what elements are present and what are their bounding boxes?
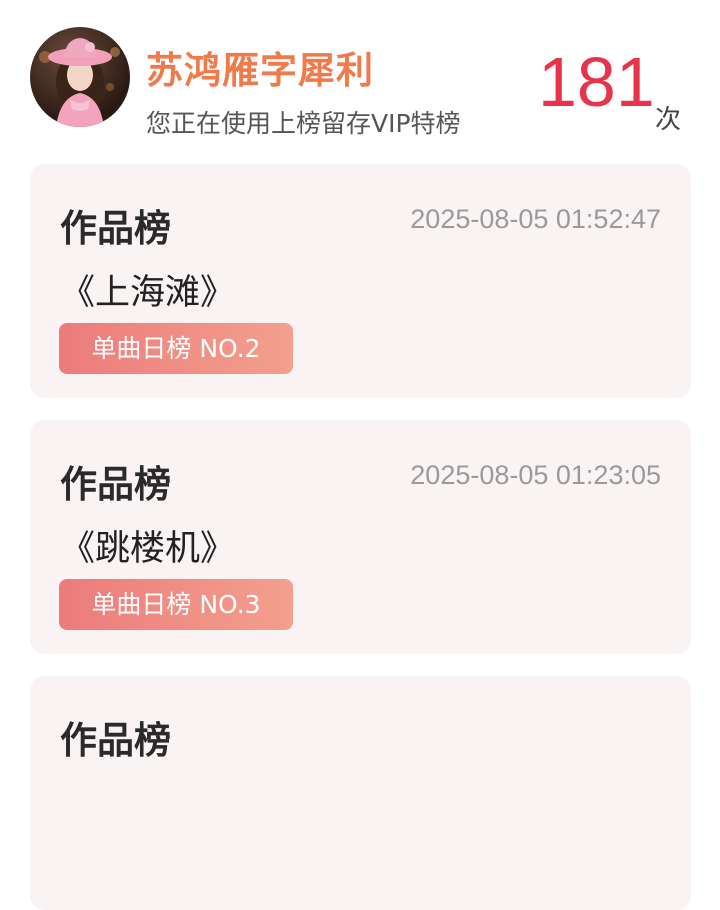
rank-badge: 单曲日榜 NO.3 [59, 579, 293, 630]
chart-record-card[interactable]: 作品榜 [30, 676, 691, 910]
chart-record-card[interactable]: 作品榜 2025-08-05 01:23:05 《跳楼机》 单曲日榜 NO.3 [30, 420, 691, 654]
rank-badge: 单曲日榜 NO.2 [59, 323, 293, 374]
chart-count: 181 [538, 43, 655, 121]
record-song-title: 《跳楼机》 [60, 529, 236, 569]
user-name: 苏鸿雁字犀利 [146, 49, 374, 92]
record-category: 作品榜 [60, 463, 171, 506]
record-category: 作品榜 [60, 207, 171, 250]
record-song-title: 《上海滩》 [60, 273, 236, 313]
record-timestamp: 2025-08-05 01:52:47 [410, 204, 661, 234]
chart-count-unit: 次 [655, 105, 682, 135]
profile-header: 苏鸿雁字犀利 您正在使用上榜留存VIP特榜 181 次 [0, 0, 720, 150]
chart-record-card[interactable]: 作品榜 2025-08-05 01:52:47 《上海滩》 单曲日榜 NO.2 [30, 164, 691, 398]
record-timestamp: 2025-08-05 01:23:05 [410, 460, 661, 490]
record-category: 作品榜 [60, 719, 171, 762]
avatar[interactable] [30, 27, 130, 127]
vip-status-text: 您正在使用上榜留存VIP特榜 [146, 109, 461, 138]
